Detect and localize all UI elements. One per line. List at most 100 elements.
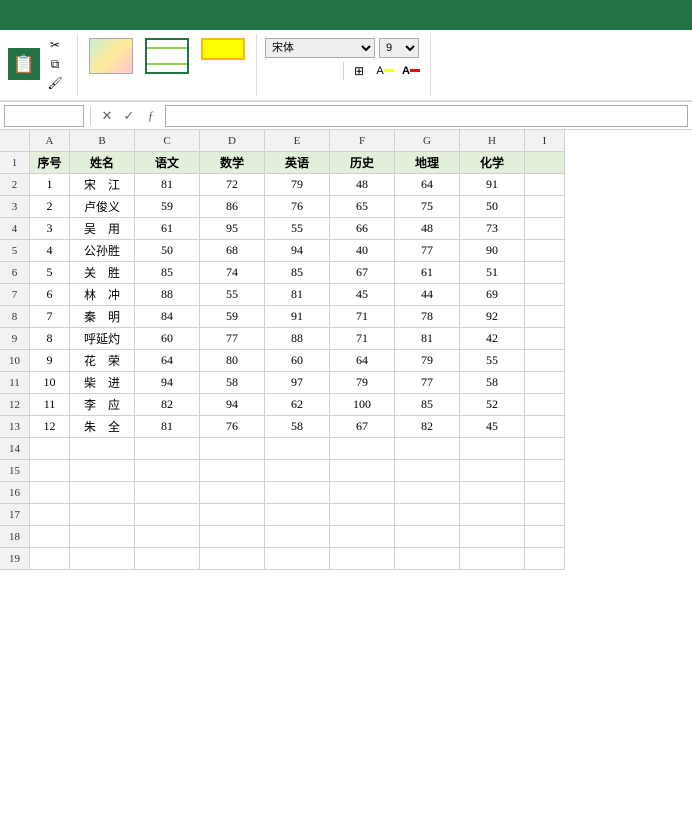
cell[interactable] — [395, 438, 460, 460]
cell[interactable]: 6 — [30, 284, 70, 306]
table-format-button[interactable] — [142, 38, 192, 75]
cell[interactable]: 5 — [30, 262, 70, 284]
cell[interactable] — [525, 416, 565, 438]
cell[interactable]: 77 — [395, 240, 460, 262]
cell[interactable] — [525, 196, 565, 218]
row-header[interactable]: 17 — [0, 504, 30, 526]
cell[interactable]: 76 — [265, 196, 330, 218]
cell[interactable]: 序号 — [30, 152, 70, 174]
cell[interactable] — [460, 460, 525, 482]
cell[interactable]: 1 — [30, 174, 70, 196]
col-header-e[interactable]: E — [265, 130, 330, 152]
cell[interactable] — [525, 152, 565, 174]
row-header[interactable]: 12 — [0, 394, 30, 416]
cell[interactable] — [395, 460, 460, 482]
cell[interactable] — [525, 548, 565, 570]
cell[interactable] — [460, 482, 525, 504]
row-header[interactable]: 11 — [0, 372, 30, 394]
row-header[interactable]: 19 — [0, 548, 30, 570]
cell[interactable] — [30, 438, 70, 460]
cell[interactable] — [525, 372, 565, 394]
cell[interactable] — [525, 306, 565, 328]
cell[interactable] — [30, 526, 70, 548]
cell[interactable]: 语文 — [135, 152, 200, 174]
cell[interactable]: 71 — [330, 328, 395, 350]
cell[interactable]: 柴 进 — [70, 372, 135, 394]
cell[interactable] — [200, 548, 265, 570]
col-header-d[interactable]: D — [200, 130, 265, 152]
cell[interactable] — [265, 548, 330, 570]
font-name-select[interactable]: 宋体 — [265, 38, 375, 58]
cell[interactable]: 历史 — [330, 152, 395, 174]
cell[interactable]: 67 — [330, 262, 395, 284]
cell[interactable]: 76 — [200, 416, 265, 438]
cell[interactable]: 77 — [395, 372, 460, 394]
cell[interactable]: 80 — [200, 350, 265, 372]
cell[interactable]: 化学 — [460, 152, 525, 174]
cell[interactable]: 81 — [135, 174, 200, 196]
row-header[interactable]: 18 — [0, 526, 30, 548]
copy-button[interactable]: ⧉ — [44, 55, 69, 73]
cell[interactable]: 12 — [30, 416, 70, 438]
cell[interactable] — [460, 548, 525, 570]
cell[interactable]: 42 — [460, 328, 525, 350]
cell[interactable]: 94 — [200, 394, 265, 416]
cell[interactable]: 林 冲 — [70, 284, 135, 306]
cell[interactable]: 61 — [395, 262, 460, 284]
cell[interactable] — [265, 460, 330, 482]
cell[interactable]: 81 — [265, 284, 330, 306]
cell[interactable]: 58 — [460, 372, 525, 394]
row-header[interactable]: 1 — [0, 152, 30, 174]
cell[interactable]: 花 荣 — [70, 350, 135, 372]
cell[interactable]: 60 — [135, 328, 200, 350]
confirm-formula-button[interactable]: ✓ — [119, 106, 139, 126]
paste-button[interactable]: 📋 — [8, 48, 40, 80]
cell[interactable]: 50 — [460, 196, 525, 218]
cell[interactable]: 朱 全 — [70, 416, 135, 438]
cell[interactable] — [525, 438, 565, 460]
cell[interactable] — [395, 526, 460, 548]
cell[interactable]: 数学 — [200, 152, 265, 174]
col-header-f[interactable]: F — [330, 130, 395, 152]
cell[interactable]: 55 — [200, 284, 265, 306]
cell[interactable]: 94 — [135, 372, 200, 394]
col-header-a[interactable]: A — [30, 130, 70, 152]
cell[interactable] — [30, 504, 70, 526]
insert-function-button[interactable]: ƒ — [141, 106, 161, 126]
cell[interactable] — [135, 526, 200, 548]
row-header[interactable]: 14 — [0, 438, 30, 460]
cell[interactable] — [265, 504, 330, 526]
row-header[interactable]: 6 — [0, 262, 30, 284]
cell[interactable]: 79 — [265, 174, 330, 196]
cell[interactable]: 100 — [330, 394, 395, 416]
cell[interactable] — [525, 504, 565, 526]
row-header[interactable]: 9 — [0, 328, 30, 350]
cell[interactable]: 91 — [460, 174, 525, 196]
cell[interactable]: 84 — [135, 306, 200, 328]
cell[interactable]: 86 — [200, 196, 265, 218]
cell[interactable]: 65 — [330, 196, 395, 218]
cell[interactable]: 宋 江 — [70, 174, 135, 196]
cell[interactable]: 关 胜 — [70, 262, 135, 284]
cell[interactable]: 40 — [330, 240, 395, 262]
row-header[interactable]: 7 — [0, 284, 30, 306]
cell[interactable] — [330, 438, 395, 460]
cell[interactable]: 64 — [395, 174, 460, 196]
cell[interactable]: 58 — [265, 416, 330, 438]
cell[interactable] — [330, 460, 395, 482]
cell[interactable]: 72 — [200, 174, 265, 196]
cell[interactable]: 地理 — [395, 152, 460, 174]
col-header-h[interactable]: H — [460, 130, 525, 152]
cell[interactable]: 59 — [135, 196, 200, 218]
conditional-format-button[interactable] — [86, 38, 136, 75]
cell[interactable]: 48 — [330, 174, 395, 196]
row-header[interactable]: 15 — [0, 460, 30, 482]
cell[interactable] — [525, 284, 565, 306]
cell[interactable] — [135, 460, 200, 482]
row-header[interactable]: 10 — [0, 350, 30, 372]
cell[interactable] — [200, 482, 265, 504]
cell[interactable] — [135, 548, 200, 570]
cell[interactable] — [525, 240, 565, 262]
cancel-formula-button[interactable]: ✕ — [97, 106, 117, 126]
cell[interactable] — [135, 438, 200, 460]
